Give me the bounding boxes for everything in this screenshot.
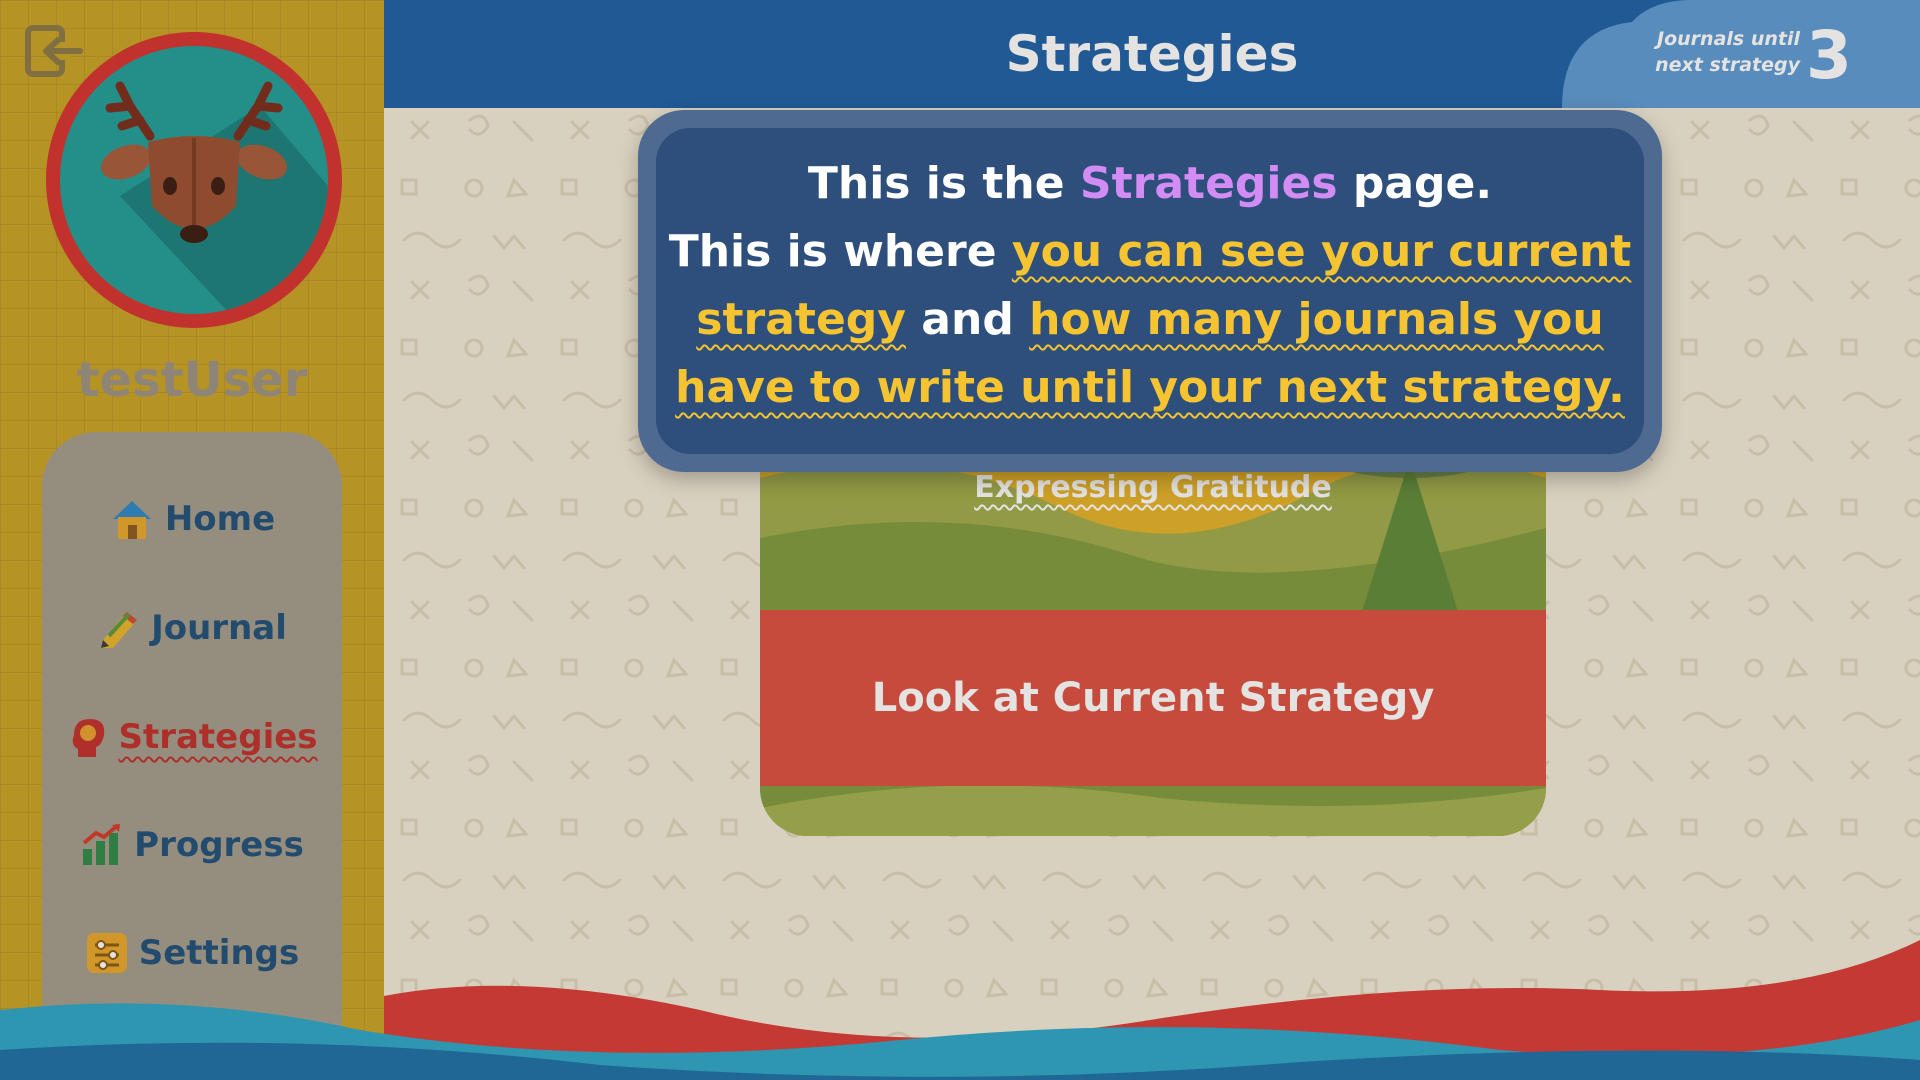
pencil-icon xyxy=(101,612,138,648)
home-icon xyxy=(112,501,151,539)
avatar[interactable] xyxy=(46,32,342,328)
current-strategy-name: Expressing Gratitude xyxy=(974,470,1332,505)
journal-counter-label: Journals until next strategy xyxy=(1640,26,1800,78)
nav-label-strategies: Strategies xyxy=(118,717,318,757)
logout-icon[interactable] xyxy=(24,24,84,80)
tutorial-line-1: This is the Strategies page. xyxy=(807,158,1493,209)
look-at-strategy-button[interactable]: Look at Current Strategy xyxy=(760,610,1546,786)
sidebar: testUser Home Journal Strategies Progres… xyxy=(0,0,384,1080)
nav-item-journal[interactable]: Journal xyxy=(42,593,342,663)
nav-item-home[interactable]: Home xyxy=(42,484,342,554)
nav-item-settings[interactable]: Settings xyxy=(42,918,342,988)
tutorial-line-2: This is where you can see your current s… xyxy=(668,226,1632,413)
nav-item-progress[interactable]: Progress xyxy=(42,810,342,880)
nav-label-progress: Progress xyxy=(134,825,304,865)
counter-label-line2: next strategy xyxy=(1655,54,1800,76)
nav-label-journal: Journal xyxy=(151,608,287,648)
chart-icon xyxy=(82,823,121,865)
nav-label-settings: Settings xyxy=(138,933,300,973)
counter-label-line1: Journals until xyxy=(1657,28,1800,50)
nav-item-strategies[interactable]: Strategies xyxy=(42,702,342,772)
nav-panel: Home Journal Strategies Progress Setting… xyxy=(42,432,342,1052)
strategy-card: Expressing Gratitude Look at Current Str… xyxy=(760,418,1546,836)
username: testUser xyxy=(76,352,308,408)
tutorial-text: This is the Strategies page. This is whe… xyxy=(656,150,1644,422)
deer-icon xyxy=(100,81,328,314)
head-icon xyxy=(73,719,105,757)
sliders-icon xyxy=(86,933,127,973)
nav-label-home: Home xyxy=(164,499,276,539)
journal-counter-value: 3 xyxy=(1806,17,1852,94)
